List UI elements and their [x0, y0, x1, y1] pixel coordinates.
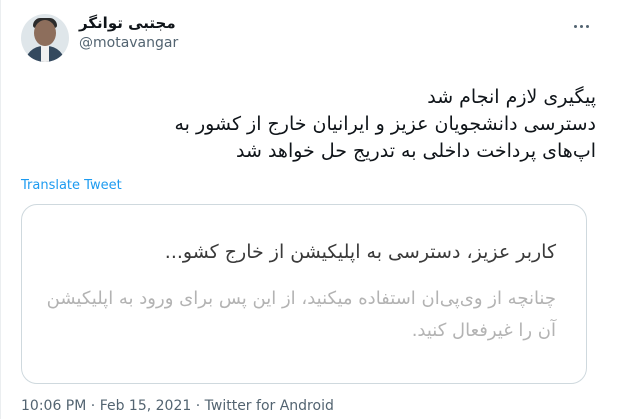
meta-separator: ·	[86, 398, 100, 414]
tweet-date[interactable]: Feb 15, 2021	[100, 398, 192, 414]
card-line-1: کاربر عزیز، دسترسی به اپلیکیشن از خارج ک…	[164, 241, 556, 263]
tweet-source: Twitter for Android	[204, 398, 334, 414]
avatar[interactable]	[21, 14, 69, 62]
author-name[interactable]: مجتبی توانگر	[79, 14, 176, 32]
more-options-icon[interactable]	[569, 16, 593, 36]
media-card[interactable]: کاربر عزیز، دسترسی به اپلیکیشن از خارج ک…	[21, 204, 587, 384]
tweet: مجتبی توانگر @motavangar پیگیری لازم انج…	[0, 0, 617, 419]
tweet-text-line: پیگیری لازم انجام شد	[427, 86, 596, 108]
tweet-text-line: دسترسی دانشجویان عزیز و ایرانیان خارج از…	[174, 113, 596, 135]
translate-tweet-link[interactable]: Translate Tweet	[21, 178, 122, 193]
tweet-text: پیگیری لازم انجام شد دسترسی دانشجویان عز…	[36, 84, 596, 165]
tweet-meta: 10:06 PM · Feb 15, 2021 · Twitter for An…	[21, 398, 334, 414]
tweet-time[interactable]: 10:06 PM	[21, 398, 86, 414]
author-handle[interactable]: @motavangar	[79, 35, 178, 51]
tweet-text-line: اپ‌های پرداخت داخلی به تدریج حل خواهد شد	[236, 140, 596, 162]
meta-separator: ·	[191, 398, 205, 414]
card-line-2: چنانچه از وی‌پی‌ان استفاده میکنید، از ای…	[46, 288, 556, 341]
